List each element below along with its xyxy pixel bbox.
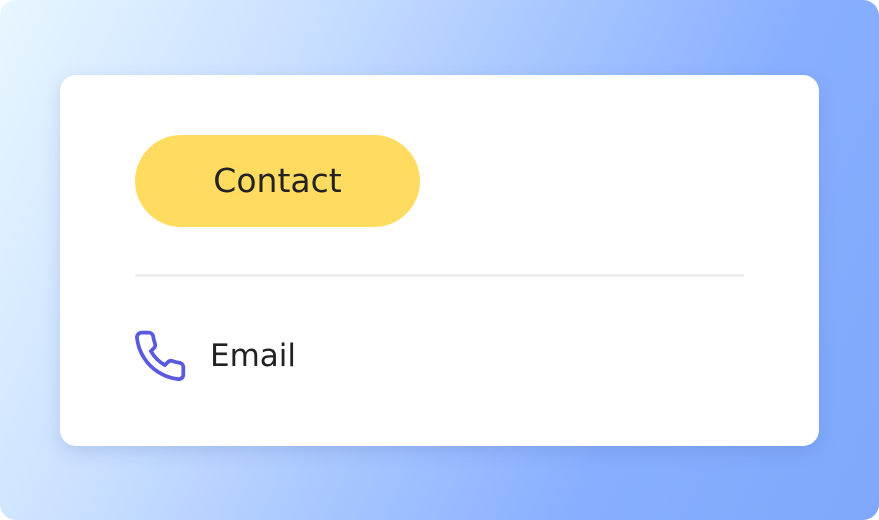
contact-button[interactable]: Contact	[135, 135, 420, 227]
phone-icon	[135, 330, 186, 382]
contact-card: Contact Email	[60, 75, 819, 446]
divider	[135, 274, 744, 277]
gradient-backdrop: Contact Email	[0, 0, 879, 520]
email-contact-row[interactable]: Email	[132, 325, 296, 387]
email-label: Email	[210, 338, 297, 374]
